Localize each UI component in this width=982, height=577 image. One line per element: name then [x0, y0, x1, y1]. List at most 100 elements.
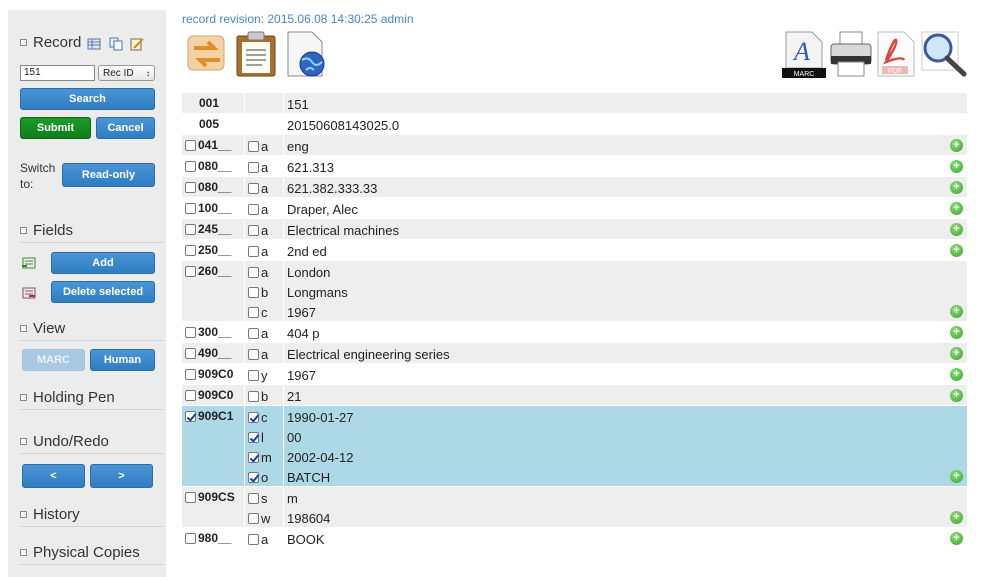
- marc-field-row[interactable]: 005 20150608143025.0: [182, 113, 967, 134]
- subfield-value[interactable]: m: [287, 488, 298, 508]
- marc-field-row[interactable]: 980__ a BOOK +: [182, 527, 967, 548]
- history-section-title[interactable]: History: [20, 506, 80, 523]
- field-checkbox[interactable]: [185, 532, 196, 544]
- subfield-checkbox[interactable]: [248, 266, 259, 278]
- subfield-value[interactable]: 2nd ed: [287, 241, 327, 261]
- copy-icon[interactable]: [109, 37, 123, 51]
- marc-field-row[interactable]: 490__ a Electrical engineering series +: [182, 342, 967, 363]
- add-subfield-icon[interactable]: +: [950, 305, 963, 318]
- add-field-button[interactable]: Add: [51, 252, 155, 274]
- subfield-value[interactable]: eng: [287, 136, 309, 156]
- subfield-checkbox[interactable]: [248, 182, 259, 194]
- web-document-icon[interactable]: [284, 30, 328, 78]
- field-checkbox[interactable]: [185, 410, 196, 422]
- transfer-icon[interactable]: [184, 32, 230, 78]
- record-id-input[interactable]: 151: [20, 65, 95, 81]
- physical-copies-section-title[interactable]: Physical Copies: [20, 544, 140, 561]
- add-subfield-icon[interactable]: +: [950, 347, 963, 360]
- submit-button[interactable]: Submit: [20, 117, 91, 139]
- subfield-value[interactable]: 2002-04-12: [287, 447, 354, 467]
- subfield-checkbox[interactable]: [248, 286, 259, 298]
- add-subfield-icon[interactable]: +: [950, 470, 963, 483]
- marc-field-row[interactable]: 100__ a Draper, Alec +: [182, 197, 967, 218]
- add-subfield-icon[interactable]: +: [950, 532, 963, 545]
- search-button[interactable]: Search: [20, 88, 155, 110]
- subfield-value[interactable]: 1990-01-27: [287, 407, 354, 427]
- undo-button[interactable]: <: [22, 464, 85, 488]
- search-type-select[interactable]: Rec ID ↕: [98, 65, 155, 81]
- field-checkbox[interactable]: [185, 181, 196, 193]
- add-subfield-icon[interactable]: +: [950, 181, 963, 194]
- field-checkbox[interactable]: [185, 139, 196, 151]
- marc-field-row[interactable]: 245__ a Electrical machines +: [182, 218, 967, 239]
- redo-button[interactable]: >: [90, 464, 153, 488]
- subfield-checkbox[interactable]: [248, 348, 259, 360]
- marc-field-row[interactable]: 041__ a eng +: [182, 134, 967, 155]
- marc-field-row[interactable]: 909C1 c 1990-01-27 l 00 m 2002-04-12 o BATCH +: [182, 405, 967, 486]
- subfield-value[interactable]: 404 p: [287, 323, 320, 343]
- subfield-checkbox[interactable]: [248, 369, 259, 381]
- subfield-value[interactable]: Longmans: [287, 282, 348, 302]
- printer-icon[interactable]: [828, 30, 874, 78]
- subfield-checkbox[interactable]: [248, 306, 259, 318]
- subfield-checkbox[interactable]: [248, 327, 259, 339]
- subfield-value[interactable]: 621.382.333.33: [287, 178, 377, 198]
- subfield-checkbox[interactable]: [248, 492, 259, 504]
- marc-field-row[interactable]: 300__ a 404 p +: [182, 321, 967, 342]
- marc-field-row[interactable]: 080__ a 621.382.333.33 +: [182, 176, 967, 197]
- field-checkbox[interactable]: [185, 223, 196, 235]
- fields-section-title[interactable]: Fields: [20, 222, 73, 239]
- marc-field-row[interactable]: 080__ a 621.313 +: [182, 155, 967, 176]
- marc-view-button[interactable]: MARC: [22, 349, 85, 371]
- marc-field-row[interactable]: 001 151: [182, 92, 967, 113]
- subfield-value[interactable]: 198604: [287, 508, 330, 528]
- marc-field-row[interactable]: 250__ a 2nd ed +: [182, 239, 967, 260]
- subfield-value[interactable]: 621.313: [287, 157, 334, 177]
- add-subfield-icon[interactable]: +: [950, 223, 963, 236]
- subfield-value[interactable]: 21: [287, 386, 301, 406]
- subfield-value[interactable]: BOOK: [287, 529, 325, 549]
- add-subfield-icon[interactable]: +: [950, 389, 963, 402]
- subfield-checkbox[interactable]: [248, 203, 259, 215]
- subfield-checkbox[interactable]: [248, 161, 259, 173]
- subfield-checkbox[interactable]: [248, 245, 259, 257]
- subfield-checkbox[interactable]: [248, 140, 259, 152]
- add-subfield-icon[interactable]: +: [950, 511, 963, 524]
- subfield-value[interactable]: 1967: [287, 365, 316, 385]
- field-checkbox[interactable]: [185, 389, 196, 401]
- marc-field-row[interactable]: 909C0 y 1967 +: [182, 363, 967, 384]
- add-subfield-icon[interactable]: +: [950, 326, 963, 339]
- field-checkbox[interactable]: [185, 491, 196, 503]
- add-subfield-icon[interactable]: +: [950, 244, 963, 257]
- subfield-checkbox[interactable]: [248, 431, 259, 443]
- holding-pen-section-title[interactable]: Holding Pen: [20, 389, 115, 406]
- field-checkbox[interactable]: [185, 160, 196, 172]
- subfield-value[interactable]: Electrical engineering series: [287, 344, 450, 364]
- subfield-value[interactable]: 00: [287, 427, 301, 447]
- search-icon[interactable]: [920, 30, 968, 78]
- clipboard-icon[interactable]: [234, 30, 278, 78]
- subfield-checkbox[interactable]: [248, 533, 259, 545]
- subfield-value[interactable]: London: [287, 262, 330, 282]
- field-checkbox[interactable]: [185, 244, 196, 256]
- field-checkbox[interactable]: [185, 326, 196, 338]
- delete-selected-button[interactable]: Delete selected: [51, 281, 155, 303]
- subfield-checkbox[interactable]: [248, 512, 259, 524]
- subfield-value[interactable]: Electrical machines: [287, 220, 399, 240]
- marc-field-row[interactable]: 909C0 b 21 +: [182, 384, 967, 405]
- subfield-value[interactable]: BATCH: [287, 467, 330, 487]
- add-subfield-icon[interactable]: +: [950, 368, 963, 381]
- record-revision-link[interactable]: record revision: 2015.06.08 14:30:25 adm…: [182, 12, 414, 26]
- field-checkbox[interactable]: [185, 347, 196, 359]
- subfield-checkbox[interactable]: [248, 471, 259, 483]
- cancel-button[interactable]: Cancel: [96, 117, 155, 139]
- human-view-button[interactable]: Human: [90, 349, 155, 371]
- add-subfield-icon[interactable]: +: [950, 139, 963, 152]
- add-subfield-icon[interactable]: +: [950, 160, 963, 173]
- field-checkbox[interactable]: [185, 368, 196, 380]
- subfield-checkbox[interactable]: [248, 390, 259, 402]
- subfield-value[interactable]: 20150608143025.0: [287, 115, 399, 135]
- field-checkbox[interactable]: [185, 202, 196, 214]
- subfield-value[interactable]: 1967: [287, 302, 316, 322]
- table-icon[interactable]: [87, 37, 101, 51]
